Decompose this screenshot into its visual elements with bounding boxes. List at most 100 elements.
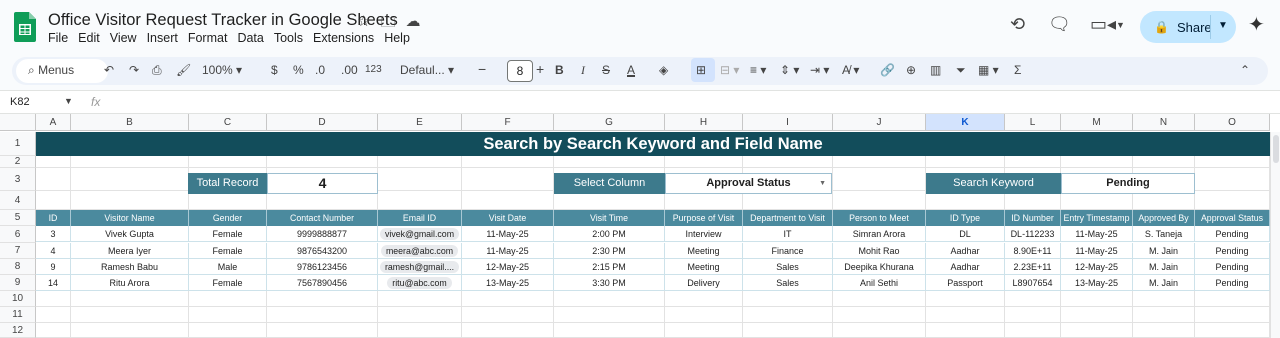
empty-cell[interactable]	[743, 307, 833, 323]
increase-font-size-icon[interactable]: +	[536, 61, 544, 77]
row-header-5[interactable]: 5	[0, 210, 36, 226]
email-chip[interactable]: ramesh@gmail....	[379, 261, 460, 273]
decrease-font-size-icon[interactable]: −	[478, 61, 486, 77]
table-cell[interactable]: DL-112233	[1005, 226, 1061, 242]
table-cell[interactable]: 11-May-25	[1061, 226, 1133, 242]
name-box[interactable]: K82	[10, 96, 30, 108]
empty-cell[interactable]	[378, 307, 462, 323]
empty-cell[interactable]	[462, 291, 554, 307]
empty-cell[interactable]	[1005, 156, 1061, 168]
dropdown-chevron-icon[interactable]: ▼	[819, 174, 826, 193]
table-cell[interactable]: Sales	[743, 259, 833, 275]
empty-cell[interactable]	[1133, 323, 1195, 338]
empty-cell[interactable]	[1195, 291, 1270, 307]
search-keyword-value[interactable]: Pending	[1061, 173, 1195, 194]
row-header-11[interactable]: 11	[0, 307, 36, 323]
row-header-9[interactable]: 9	[0, 275, 36, 291]
table-cell[interactable]: Aadhar	[926, 259, 1005, 275]
column-header-c[interactable]: C	[189, 114, 267, 131]
empty-cell[interactable]	[665, 307, 743, 323]
undo-icon[interactable]: ↶	[104, 63, 114, 77]
table-cell[interactable]: 11-May-25	[462, 243, 554, 259]
empty-cell[interactable]	[665, 323, 743, 338]
empty-cell[interactable]	[926, 291, 1005, 307]
share-options-chevron-icon[interactable]: ▼	[1218, 20, 1228, 31]
column-header-f[interactable]: F	[462, 114, 554, 131]
table-cell[interactable]: Passport	[926, 275, 1005, 291]
select-column-dropdown[interactable]: Approval Status ▼	[665, 173, 832, 194]
strikethrough-icon[interactable]: S	[602, 63, 610, 77]
table-cell[interactable]: Sales	[743, 275, 833, 291]
table-cell[interactable]: Meera Iyer	[71, 243, 189, 259]
empty-cell[interactable]	[189, 156, 267, 168]
column-header-b[interactable]: B	[71, 114, 189, 131]
insert-comment-icon[interactable]: ⊕	[906, 63, 916, 77]
empty-cell[interactable]	[833, 323, 926, 338]
text-rotation-icon[interactable]: A̸ ▾	[842, 63, 859, 77]
vertical-scrollbar[interactable]	[1270, 132, 1280, 338]
table-cell[interactable]: 13-May-25	[462, 275, 554, 291]
table-cell[interactable]: 14	[36, 275, 71, 291]
table-cell[interactable]: 12-May-25	[462, 259, 554, 275]
empty-cell[interactable]	[1061, 291, 1133, 307]
number-format-button[interactable]: 123	[365, 64, 382, 75]
font-size-input[interactable]: 8	[507, 60, 533, 82]
empty-cell[interactable]	[462, 307, 554, 323]
empty-cell[interactable]	[378, 291, 462, 307]
empty-cell[interactable]	[378, 323, 462, 338]
comments-icon[interactable]: 🗨	[1048, 14, 1071, 35]
table-cell[interactable]: M. Jain	[1133, 243, 1195, 259]
column-header-o[interactable]: O	[1195, 114, 1270, 131]
table-cell[interactable]: Female	[189, 243, 267, 259]
table-cell[interactable]: DL	[926, 226, 1005, 242]
column-header-g[interactable]: G	[554, 114, 665, 131]
increase-decimal-button[interactable]: .00	[341, 63, 358, 77]
empty-cell[interactable]	[833, 168, 926, 191]
row-header-2[interactable]: 2	[0, 156, 36, 168]
empty-cell[interactable]	[189, 291, 267, 307]
table-cell[interactable]: Vivek Gupta	[71, 226, 189, 242]
meet-icon[interactable]: ▭◂	[1090, 14, 1116, 35]
row-header-10[interactable]: 10	[0, 291, 36, 307]
table-cell[interactable]: Pending	[1195, 275, 1270, 291]
table-cell[interactable]: 2:15 PM	[554, 259, 665, 275]
empty-cell[interactable]	[36, 323, 71, 338]
empty-cell[interactable]	[462, 168, 554, 191]
table-cell[interactable]: 3:30 PM	[554, 275, 665, 291]
version-history-icon[interactable]: ⟲	[1010, 14, 1025, 35]
table-cell[interactable]: 4	[36, 243, 71, 259]
empty-cell[interactable]	[1005, 307, 1061, 323]
empty-cell[interactable]	[267, 156, 378, 168]
empty-cell[interactable]	[189, 323, 267, 338]
table-cell[interactable]: 2:30 PM	[554, 243, 665, 259]
select-all-corner[interactable]	[0, 114, 36, 131]
row-header-3[interactable]: 3	[0, 168, 36, 191]
table-cell[interactable]: Female	[189, 226, 267, 242]
column-header-i[interactable]: I	[743, 114, 833, 131]
menu-view[interactable]: View	[110, 31, 137, 45]
spreadsheet-grid[interactable]: Search by Search Keyword and Field Name …	[0, 114, 1280, 338]
sheets-logo-icon[interactable]	[14, 12, 36, 42]
table-cell[interactable]: Meeting	[665, 243, 743, 259]
filter-views-icon[interactable]: ▦ ▾	[978, 63, 999, 77]
row-header-6[interactable]: 6	[0, 226, 36, 243]
table-cell[interactable]: 11-May-25	[462, 226, 554, 242]
column-header-h[interactable]: H	[665, 114, 743, 131]
table-cell[interactable]: 9	[36, 259, 71, 275]
table-cell[interactable]: Aadhar	[926, 243, 1005, 259]
empty-cell[interactable]	[36, 307, 71, 323]
print-icon[interactable]: ⎙	[152, 63, 162, 78]
table-cell[interactable]: M. Jain	[1133, 259, 1195, 275]
column-header-e[interactable]: E	[378, 114, 462, 131]
paint-format-icon[interactable]: 🖌	[176, 63, 191, 77]
empty-cell[interactable]	[1061, 323, 1133, 338]
empty-cell[interactable]	[554, 323, 665, 338]
empty-cell[interactable]	[926, 307, 1005, 323]
menu-extensions[interactable]: Extensions	[313, 31, 374, 45]
name-box-chevron-icon[interactable]: ▼	[64, 96, 73, 106]
empty-cell[interactable]	[833, 191, 926, 210]
table-cell[interactable]: Male	[189, 259, 267, 275]
gemini-sparkle-icon[interactable]: ✦	[1248, 12, 1265, 37]
table-cell[interactable]: Ritu Arora	[71, 275, 189, 291]
table-cell[interactable]: 13-May-25	[1061, 275, 1133, 291]
